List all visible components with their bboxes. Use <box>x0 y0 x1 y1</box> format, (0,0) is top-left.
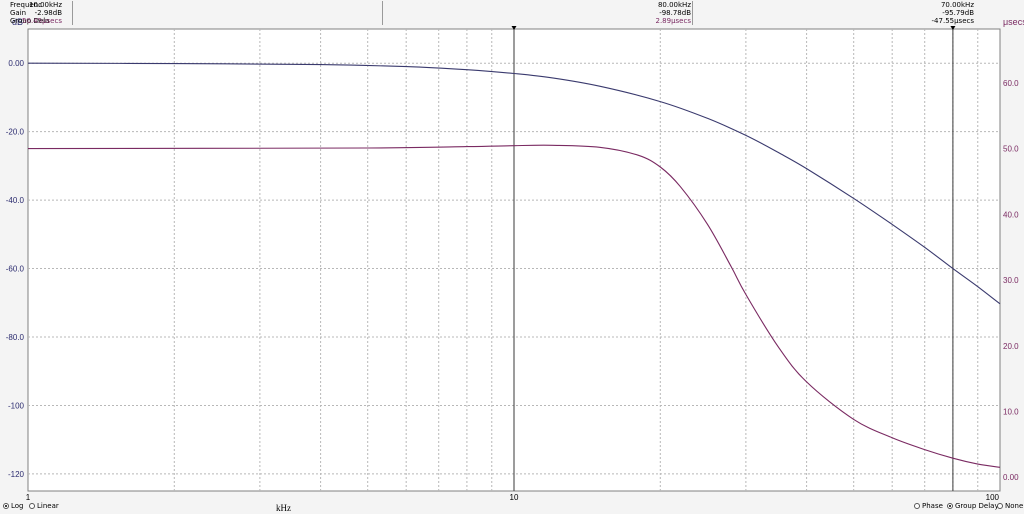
readout-value: 50.45μsecs <box>22 17 62 25</box>
radio-dot[interactable] <box>997 503 1003 509</box>
none-radio-label: None <box>1005 502 1024 510</box>
log-radio-label: Log <box>11 502 24 510</box>
readout-value: -95.79dB <box>942 9 974 17</box>
readout-value: -2.98dB <box>34 9 62 17</box>
none-radio[interactable]: None <box>997 502 1023 510</box>
radio-dot[interactable] <box>29 503 35 509</box>
linear-radio[interactable]: Linear <box>29 502 59 510</box>
bode-plot[interactable]: 0.00 -20.0 -40.0 -60.0 -80.0 -100 -120 60.0 50.0… <box>0 0 1024 514</box>
cursor-readout: Frequenc 10.00kHz 80.00kHz 70.00kHz Gain… <box>0 0 1024 28</box>
y-tick-label-right: 20.0 <box>1003 342 1019 351</box>
y-tick-label-right: 40.0 <box>1003 210 1019 219</box>
readout-value: 10.00kHz <box>28 1 62 9</box>
readout-value: 70.00kHz <box>940 1 974 9</box>
y-tick-label-left: -60.0 <box>6 265 25 274</box>
group-delay-radio-label: Group Delay <box>955 502 999 510</box>
readout-label: Gain <box>10 9 27 17</box>
readout-row-group-delay: Group Dela 50.45μsecs 2.89μsecs -47.55μs… <box>0 17 1000 25</box>
y-tick-label-right: 60.0 <box>1003 79 1019 88</box>
y-tick-label-right: 10.0 <box>1003 407 1019 416</box>
linear-radio-label: Linear <box>37 502 59 510</box>
readout-value: -98.78dB <box>659 9 691 17</box>
group-delay-radio[interactable]: Group Delay <box>947 502 999 510</box>
radio-dot[interactable] <box>3 503 9 509</box>
y-tick-label-left: -100 <box>8 401 25 410</box>
y-tick-label-right: 0.00 <box>1003 473 1019 482</box>
radio-dot[interactable] <box>947 503 953 509</box>
readout-row-gain: Gain -2.98dB -98.78dB -95.79dB <box>0 9 1000 17</box>
readout-value: 80.00kHz <box>657 1 691 9</box>
readout-value: -47.55μsecs <box>931 17 974 25</box>
log-radio[interactable]: Log <box>3 502 24 510</box>
y-tick-label-left: -20.0 <box>6 128 25 137</box>
readout-value: 2.89μsecs <box>655 17 692 25</box>
readout-row-frequency: Frequenc 10.00kHz 80.00kHz 70.00kHz <box>0 1 1000 9</box>
phase-radio[interactable]: Phase <box>914 502 943 510</box>
y-tick-label-left: -40.0 <box>6 196 25 205</box>
y-tick-label-right: 50.0 <box>1003 145 1019 154</box>
radio-dot[interactable] <box>914 503 920 509</box>
y-tick-label-right: 30.0 <box>1003 276 1019 285</box>
y-tick-label-left: 0.00 <box>8 59 24 68</box>
y-tick-label-left: -80.0 <box>6 333 25 342</box>
y-tick-label-left: -120 <box>8 470 25 479</box>
scale-options: Log Linear Phase Group Delay None <box>0 500 1024 514</box>
phase-radio-label: Phase <box>922 502 943 510</box>
